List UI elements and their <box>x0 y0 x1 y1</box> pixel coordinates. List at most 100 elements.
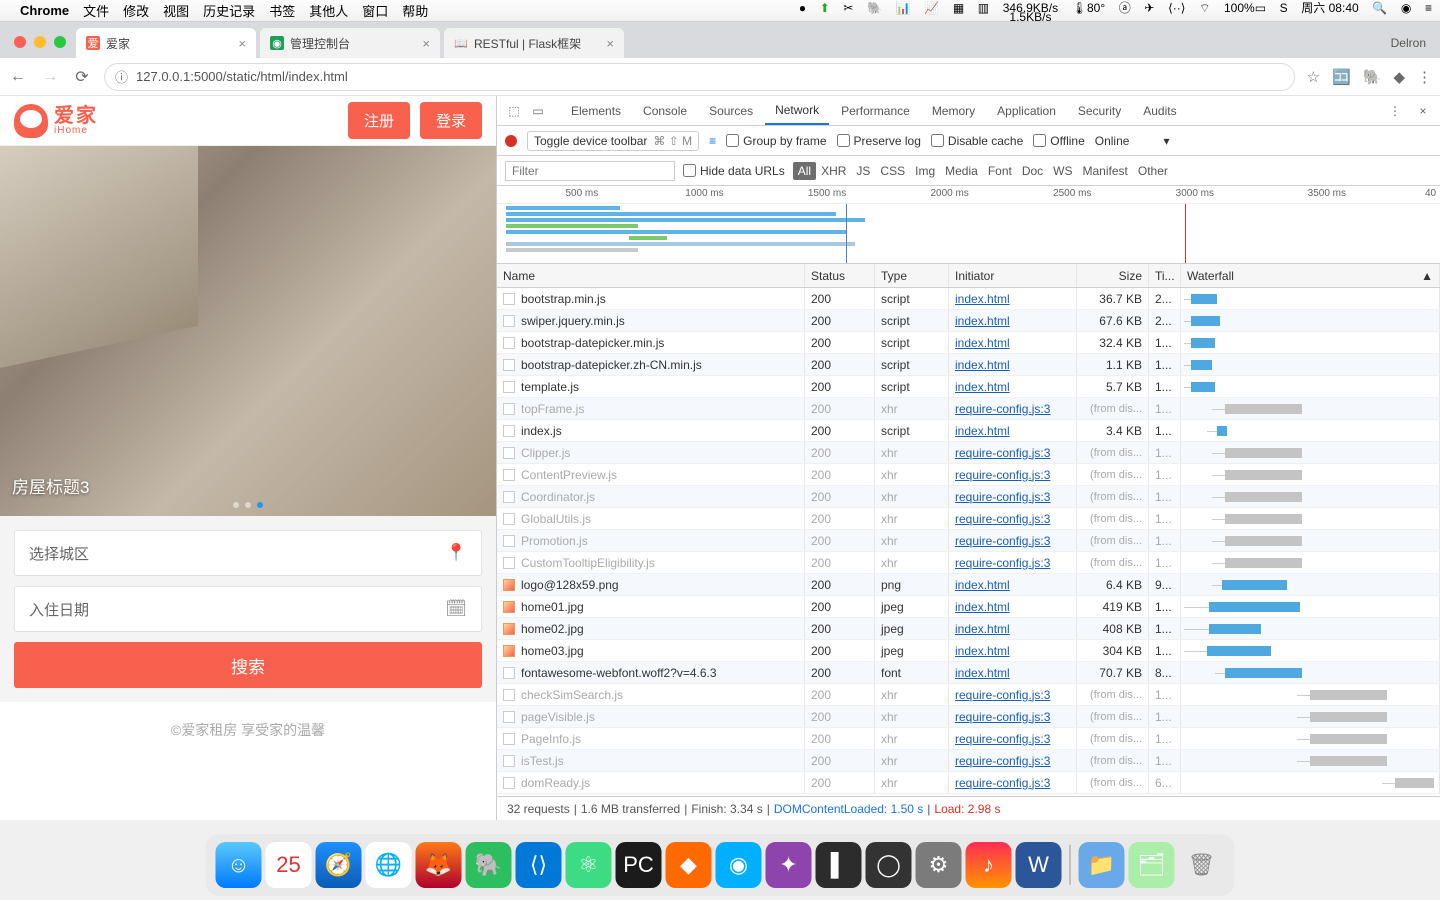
table-row[interactable]: logo@128x59.png200pngindex.html6.4 KB9..… <box>497 574 1440 596</box>
group-by-frame-checkbox[interactable]: Group by frame <box>726 134 826 148</box>
tab-elements[interactable]: Elements <box>561 96 631 125</box>
login-button[interactable]: 登录 <box>420 102 482 139</box>
spotlight-icon[interactable]: 🔍 <box>1372 1 1387 15</box>
table-row[interactable]: Promotion.js200xhrrequire-config.js:3(fr… <box>497 530 1440 552</box>
network-timeline[interactable]: 500 ms1000 ms1500 ms2000 ms2500 ms3000 m… <box>497 186 1440 264</box>
devtools-close-icon[interactable]: × <box>1412 100 1434 122</box>
close-tab-icon[interactable]: × <box>238 36 246 51</box>
firefox-icon[interactable]: 🦊 <box>416 842 462 888</box>
status-icon[interactable]: ● <box>799 1 806 15</box>
filter-type-ws[interactable]: WS <box>1048 162 1077 180</box>
chart-icon[interactable]: 📊 <box>896 1 911 15</box>
extension-icon[interactable]: ◆ <box>1393 68 1405 86</box>
clock[interactable]: 周六 08:40 <box>1301 0 1358 16</box>
device-toggle-icon[interactable]: ▭ <box>527 100 549 122</box>
search-button[interactable]: 搜索 <box>14 642 482 688</box>
carousel-dot[interactable] <box>257 502 263 508</box>
menu-history[interactable]: 历史记录 <box>203 1 255 20</box>
filter-input[interactable] <box>505 161 675 181</box>
browser-tab[interactable]: ◉ 管理控制台 × <box>260 28 440 58</box>
menu-window[interactable]: 窗口 <box>362 1 388 20</box>
date-select[interactable]: 入住日期 🗓 <box>14 586 482 632</box>
filter-type-doc[interactable]: Doc <box>1017 162 1048 180</box>
terminal-icon[interactable]: ▌ <box>816 842 862 888</box>
evernote-clip-icon[interactable]: 🐘 <box>1363 68 1382 86</box>
table-row[interactable]: CustomTooltipEligibility.js200xhrrequire… <box>497 552 1440 574</box>
menu-help[interactable]: 帮助 <box>402 1 428 20</box>
table-row[interactable]: bootstrap-datepicker.min.js200scriptinde… <box>497 332 1440 354</box>
browser-tab[interactable]: 📖 RESTful | Flask框架 × <box>444 28 624 58</box>
table-row[interactable]: Coordinator.js200xhrrequire-config.js:3(… <box>497 486 1440 508</box>
table-row[interactable]: GlobalUtils.js200xhrrequire-config.js:3(… <box>497 508 1440 530</box>
forward-button[interactable]: → <box>40 68 60 86</box>
sogou-icon[interactable]: S <box>1280 1 1288 15</box>
translate-icon[interactable]: 🈁 <box>1332 68 1351 86</box>
tab-security[interactable]: Security <box>1068 96 1131 125</box>
table-row[interactable]: swiper.jquery.min.js200scriptindex.html6… <box>497 310 1440 332</box>
reload-button[interactable]: ⟳ <box>72 67 92 87</box>
table-row[interactable]: checkSimSearch.js200xhrrequire-config.js… <box>497 684 1440 706</box>
filter-type-xhr[interactable]: XHR <box>816 162 851 180</box>
siri-icon[interactable]: ◉ <box>1401 1 1411 15</box>
url-input[interactable]: ⓘ 127.0.0.1:5000/static/html/index.html <box>104 63 1295 91</box>
trash-icon[interactable]: 🗑 <box>1179 842 1225 888</box>
menubar-app[interactable]: Chrome <box>20 3 69 18</box>
atom-icon[interactable]: ⚛ <box>566 842 612 888</box>
table-row[interactable]: isTest.js200xhrrequire-config.js:3(from … <box>497 750 1440 772</box>
col-status[interactable]: Status <box>805 264 875 287</box>
grid-icon[interactable]: ▦ <box>953 1 964 15</box>
table-row[interactable]: home02.jpg200jpegindex.html408 KB1... <box>497 618 1440 640</box>
table-row[interactable]: index.js200scriptindex.html3.4 KB1... <box>497 420 1440 442</box>
sync-icon[interactable]: ⟨··⟩ <box>1168 1 1185 15</box>
tab-performance[interactable]: Performance <box>831 96 920 125</box>
tab-console[interactable]: Console <box>633 96 697 125</box>
filter-type-js[interactable]: JS <box>851 162 875 180</box>
vscode-icon[interactable]: ⟨⟩ <box>516 842 562 888</box>
table-row[interactable]: fontawesome-webfont.woff2?v=4.6.3200font… <box>497 662 1440 684</box>
preferences-icon[interactable]: ⚙ <box>916 842 962 888</box>
tab-network[interactable]: Network <box>765 96 829 125</box>
devtools-menu-icon[interactable]: ⋮ <box>1384 100 1406 122</box>
chrome-icon[interactable]: 🌐 <box>366 842 412 888</box>
maximize-window-icon[interactable] <box>54 36 66 48</box>
scissors-icon[interactable]: ✂ <box>843 1 853 15</box>
table-row[interactable]: bootstrap.min.js200scriptindex.html36.7 … <box>497 288 1440 310</box>
menu-people[interactable]: 其他人 <box>309 1 348 20</box>
word-icon[interactable]: W <box>1016 842 1062 888</box>
filter-type-img[interactable]: Img <box>910 162 940 180</box>
avast-icon[interactable]: ⓐ <box>1119 0 1131 16</box>
music-icon[interactable]: ♪ <box>966 842 1012 888</box>
site-logo[interactable]: 爱家 iHome <box>14 104 98 138</box>
inspect-element-icon[interactable]: ⬚ <box>503 100 525 122</box>
table-row[interactable]: home03.jpg200jpegindex.html304 KB1... <box>497 640 1440 662</box>
col-initiator[interactable]: Initiator <box>949 264 1077 287</box>
site-info-icon[interactable]: ⓘ <box>115 67 128 86</box>
view-icon[interactable]: ≡ <box>709 134 716 148</box>
app-icon[interactable]: ◉ <box>716 842 762 888</box>
table-row[interactable]: template.js200scriptindex.html5.7 KB1... <box>497 376 1440 398</box>
notifications-icon[interactable]: ≡ <box>1425 1 1432 15</box>
close-tab-icon[interactable]: × <box>422 36 430 51</box>
preserve-log-checkbox[interactable]: Preserve log <box>837 134 921 148</box>
evernote-icon[interactable]: 🐘 <box>466 842 512 888</box>
obs-icon[interactable]: ◯ <box>866 842 912 888</box>
safari-icon[interactable]: 🧭 <box>316 842 362 888</box>
col-time[interactable]: Ti... <box>1149 264 1181 287</box>
status-icon[interactable]: ⬆ <box>820 1 830 15</box>
carousel-dot[interactable] <box>245 502 251 508</box>
chrome-menu-icon[interactable]: ⋮ <box>1417 68 1432 86</box>
col-waterfall[interactable]: Waterfall▲ <box>1181 264 1440 287</box>
folder-icon[interactable]: 📁 <box>1079 842 1125 888</box>
register-button[interactable]: 注册 <box>348 102 410 139</box>
hero-carousel[interactable]: 房屋标题3 <box>0 146 496 516</box>
app-icon[interactable]: ◆ <box>666 842 712 888</box>
city-select[interactable]: 选择城区 📍 <box>14 530 482 576</box>
offline-checkbox[interactable]: Offline <box>1033 134 1084 148</box>
throttle-select[interactable]: Online ▾ <box>1095 134 1170 148</box>
filter-type-manifest[interactable]: Manifest <box>1078 162 1133 180</box>
table-row[interactable]: domReady.js200xhrrequire-config.js:3(fro… <box>497 772 1440 794</box>
stack-icon[interactable]: 🗂 <box>1129 842 1175 888</box>
tab-application[interactable]: Application <box>987 96 1066 125</box>
close-window-icon[interactable] <box>14 36 26 48</box>
carousel-dot[interactable] <box>233 502 239 508</box>
